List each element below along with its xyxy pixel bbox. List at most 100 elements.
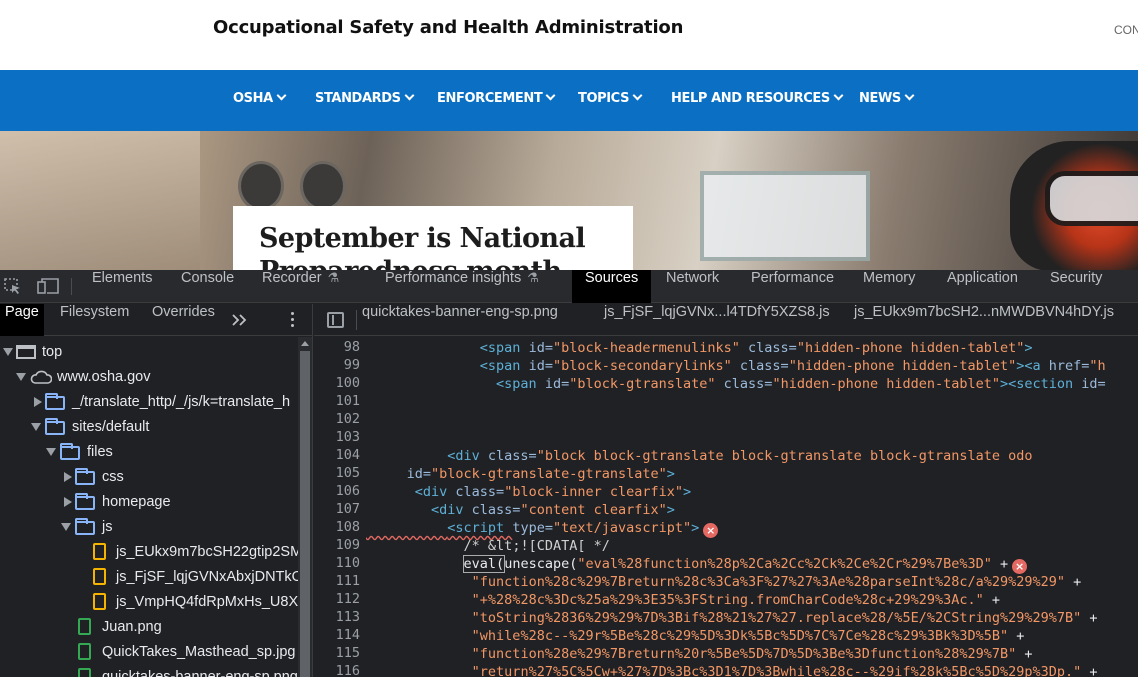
editor-tab[interactable]: js_EUkx9m7bcSH2...nMWDBVN4hDY.js (854, 304, 1114, 336)
line-number[interactable]: 108 (314, 519, 360, 535)
line-number[interactable]: 104 (314, 447, 360, 463)
tree-item-label: quicktakes-banner-eng-sp.png (102, 669, 298, 677)
line-number[interactable]: 107 (314, 501, 360, 517)
tab-performance[interactable]: Performance (751, 270, 834, 303)
code-line[interactable]: "function%28c%29%7Breturn%28c%3Ca%3F%27%… (366, 573, 1082, 591)
code-line[interactable]: /* &lt;![CDATA[ */ (366, 537, 610, 555)
tree-item-folder[interactable]: _/translate_http/_/js/k=translate_h (0, 390, 298, 415)
code-token: > (683, 484, 692, 500)
tree-item-file[interactable]: js_EUkx9m7bcSH22gtip2SM (0, 540, 298, 565)
scrollbar-thumb[interactable] (300, 351, 310, 677)
line-number[interactable]: 99 (314, 357, 360, 373)
code-line[interactable]: "+%28%28c%3Dc%25a%29%3E35%3FString.fromC… (366, 591, 1000, 609)
tree-item-folder[interactable]: css (0, 465, 298, 490)
code-token: "function%28c%29%7Breturn%28c%3Ca%3F%27%… (471, 574, 1065, 590)
code-area[interactable]: <span id="block-headermenulinks" class="… (366, 337, 1138, 677)
line-number[interactable]: 115 (314, 645, 360, 661)
nav-standards[interactable]: STANDARDS (315, 90, 415, 106)
toggle-navigator-icon[interactable] (327, 312, 344, 328)
tree-item-folder[interactable]: sites/default (0, 415, 298, 440)
tab-elements[interactable]: Elements (92, 270, 152, 303)
tree-item-top[interactable]: top (0, 340, 298, 365)
tree-item-folder[interactable]: files (0, 440, 298, 465)
tab-page[interactable]: Page (0, 304, 44, 336)
nav-osha[interactable]: OSHA (233, 90, 287, 106)
nav-enforcement[interactable]: ENFORCEMENT (437, 90, 556, 106)
collapse-arrow-icon[interactable] (34, 397, 42, 407)
nav-help-and-resources[interactable]: HELP AND RESOURCES (671, 90, 844, 106)
code-line[interactable]: <span id="block-gtranslate" class="hidde… (366, 375, 1106, 393)
line-number[interactable]: 102 (314, 411, 360, 427)
code-line[interactable]: "function%28e%29%7Breturn%20r%5Be%5D%7D%… (366, 645, 1033, 663)
tree-item-folder[interactable]: homepage (0, 490, 298, 515)
code-line[interactable]: <script type="text/javascript"> × (366, 519, 719, 538)
tab-recorder[interactable]: Recorder ⚗ (262, 270, 339, 303)
tab-sources[interactable]: Sources (572, 270, 652, 303)
line-number[interactable]: 109 (314, 537, 360, 553)
error-icon[interactable]: × (1012, 559, 1028, 574)
code-line[interactable]: <span id="block-secondarylinks" class="h… (366, 357, 1106, 375)
expand-arrow-icon[interactable] (46, 448, 56, 456)
tab-security[interactable]: Security (1050, 270, 1102, 303)
line-number[interactable]: 98 (314, 339, 360, 355)
code-line[interactable]: id="block-gtranslate-gtranslate"> (366, 465, 675, 483)
code-line[interactable]: "toString%2836%29%29%7D%3Bif%28%21%27%27… (366, 609, 1098, 627)
collapse-arrow-icon[interactable] (64, 472, 72, 482)
line-number[interactable]: 105 (314, 465, 360, 481)
source-editor: quicktakes-banner-eng-sp.png js_FjSF_lqj… (314, 304, 1138, 677)
line-number[interactable]: 106 (314, 483, 360, 499)
more-tabs-chevron-icon[interactable] (232, 314, 248, 326)
expand-arrow-icon[interactable] (31, 423, 41, 431)
scroll-up-arrow-icon[interactable] (301, 341, 309, 346)
line-number[interactable]: 101 (314, 393, 360, 409)
line-number[interactable]: 113 (314, 609, 360, 625)
code-line[interactable]: <span id="block-headermenulinks" class="… (366, 339, 1033, 357)
editor-tab[interactable]: js_FjSF_lqjGVNx...l4TDfY5XZS8.js (604, 304, 830, 336)
code-line[interactable]: eval(unescape("eval%28function%28p%2Ca%2… (366, 555, 1028, 574)
js-file-icon (93, 543, 106, 560)
navigator-scrollbar[interactable] (298, 337, 312, 677)
nav-topics[interactable]: TOPICS (578, 90, 643, 106)
line-number[interactable]: 114 (314, 627, 360, 643)
tree-item-domain[interactable]: www.osha.gov (0, 365, 298, 390)
collapse-arrow-icon[interactable] (64, 497, 72, 507)
code-line[interactable]: <div class="block-inner clearfix"> (366, 483, 691, 501)
nav-news[interactable]: NEWS (859, 90, 915, 106)
line-number[interactable]: 103 (314, 429, 360, 445)
expand-arrow-icon[interactable] (61, 523, 71, 531)
tab-overrides[interactable]: Overrides (152, 304, 215, 336)
hero-card[interactable]: September is National Preparedness month (233, 206, 633, 270)
more-options-icon[interactable] (290, 312, 296, 328)
code-line[interactable]: <div class="content clearfix"> (366, 501, 675, 519)
tab-console[interactable]: Console (181, 270, 234, 303)
tab-performance-insights[interactable]: Performance insights ⚗ (385, 270, 539, 303)
tree-item-file[interactable]: quicktakes-banner-eng-sp.png (0, 665, 298, 677)
line-number[interactable]: 111 (314, 573, 360, 589)
line-number[interactable]: 110 (314, 555, 360, 571)
device-toolbar-icon[interactable] (37, 278, 59, 294)
line-number[interactable]: 112 (314, 591, 360, 607)
tree-item-folder[interactable]: js (0, 515, 298, 540)
code-line[interactable]: "return%27%5C%5Cw+%27%7D%3Bc%3D1%7D%3Bwh… (366, 663, 1098, 677)
tab-filesystem[interactable]: Filesystem (60, 304, 129, 336)
tree-item-file[interactable]: Juan.png (0, 615, 298, 640)
site-title[interactable]: Occupational Safety and Health Administr… (213, 17, 683, 38)
code-line[interactable]: "while%28c--%29r%5Be%28c%29%5D%3Dk%5Bc%5… (366, 627, 1025, 645)
code-line[interactable]: <div class="block block-gtranslate block… (366, 447, 1032, 465)
tree-item-file[interactable]: js_VmpHQ4fdRpMxHs_U8X (0, 590, 298, 615)
line-number[interactable]: 116 (314, 663, 360, 677)
outlet-image (238, 161, 284, 211)
expand-arrow-icon[interactable] (16, 373, 26, 381)
line-number[interactable]: 100 (314, 375, 360, 391)
tab-memory[interactable]: Memory (863, 270, 915, 303)
tab-application[interactable]: Application (947, 270, 1018, 303)
code-token: + (1081, 664, 1098, 677)
tree-item-file[interactable]: js_FjSF_lqjGVNxAbxjDNTkO (0, 565, 298, 590)
tree-item-file[interactable]: QuickTakes_Masthead_sp.jpg (0, 640, 298, 665)
contact-link[interactable]: CON (1114, 23, 1138, 37)
tab-network[interactable]: Network (666, 270, 719, 303)
editor-tab[interactable]: quicktakes-banner-eng-sp.png (362, 304, 558, 336)
inspect-element-icon[interactable] (4, 278, 22, 294)
error-icon[interactable]: × (703, 523, 719, 538)
expand-arrow-icon[interactable] (3, 348, 13, 356)
